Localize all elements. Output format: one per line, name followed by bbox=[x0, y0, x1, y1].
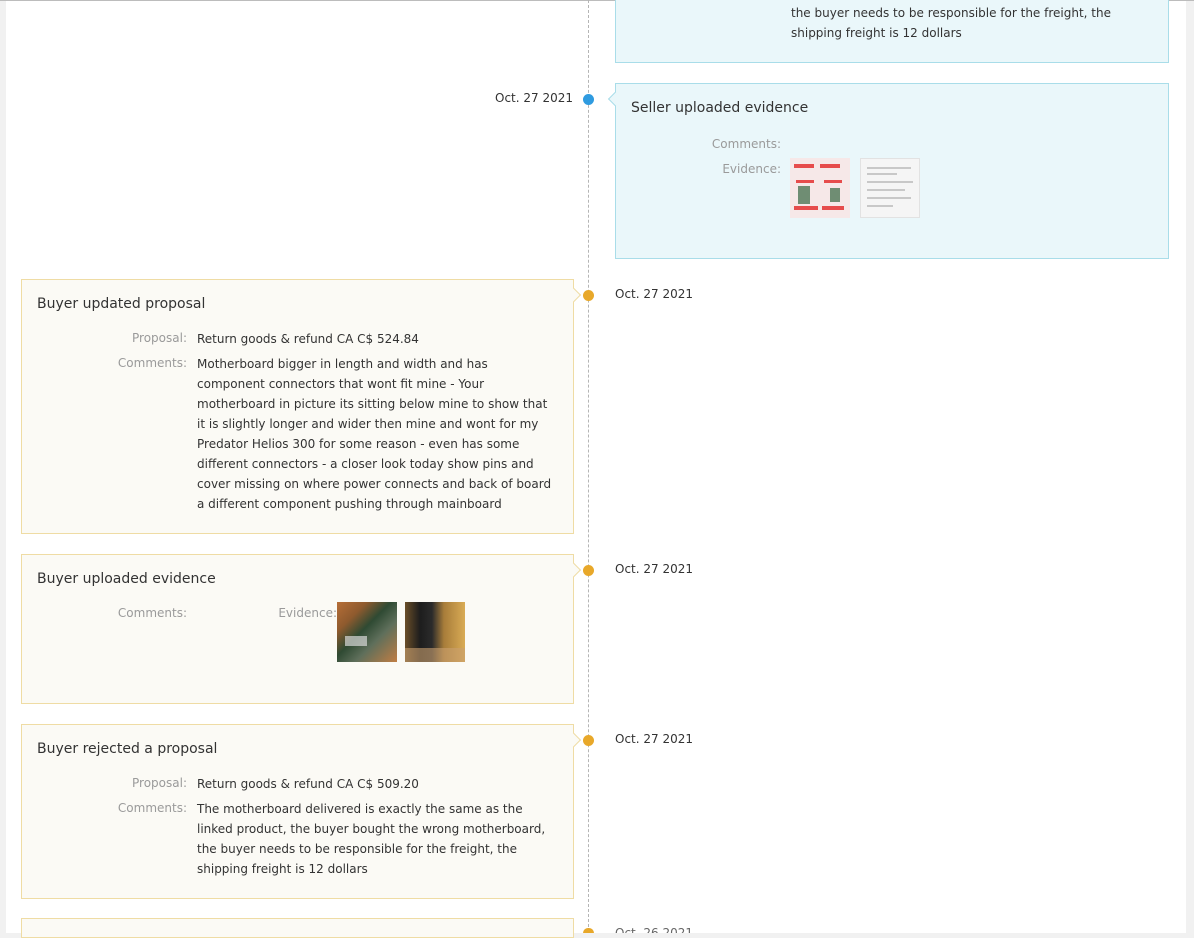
comment-line: Predator Helios 300 for some reason - ev… bbox=[197, 437, 520, 451]
event-date-partial: Oct. 26 2021 bbox=[615, 926, 693, 933]
event-title: Seller uploaded evidence bbox=[631, 100, 809, 116]
proposal-label: Proposal: bbox=[132, 776, 187, 790]
event-title: Buyer updated proposal bbox=[37, 296, 206, 312]
event-title: Buyer rejected a proposal bbox=[37, 741, 218, 757]
comment-line: The motherboard delivered is exactly the… bbox=[197, 802, 523, 816]
comments-label: Comments: bbox=[711, 137, 781, 151]
comment-line: different connectors - a closer look tod… bbox=[197, 457, 534, 471]
timeline-dot-seller bbox=[583, 94, 594, 105]
proposal-value: Return goods & refund CA C$ 509.20 bbox=[197, 777, 419, 791]
timeline-dot-buyer bbox=[583, 290, 594, 301]
evidence-thumbnail-icon[interactable] bbox=[790, 158, 850, 218]
timeline-dot-buyer bbox=[583, 735, 594, 746]
event-date: Oct. 27 2021 bbox=[615, 732, 693, 746]
buyer-updated-proposal-card: Buyer updated proposal Proposal: Return … bbox=[21, 279, 582, 534]
seller-uploaded-evidence-card: Seller uploaded evidence Comments: Evide… bbox=[607, 83, 1169, 259]
comment-line: Motherboard bigger in length and width a… bbox=[197, 357, 488, 371]
comments-label: Comments: bbox=[117, 606, 187, 620]
proposal-value: Return goods & refund CA C$ 524.84 bbox=[197, 332, 419, 346]
timeline-dot-buyer bbox=[583, 565, 594, 576]
evidence-label: Evidence: bbox=[278, 606, 337, 620]
seller-event-card-partial: the buyer needs to be responsible for th… bbox=[615, 0, 1169, 63]
event-date: Oct. 27 2021 bbox=[615, 562, 693, 576]
evidence-photo-thumbnail-icon[interactable] bbox=[337, 602, 397, 662]
buyer-uploaded-evidence-card: Buyer uploaded evidence Comments: Eviden… bbox=[21, 554, 582, 704]
comment-line: the buyer needs to be responsible for th… bbox=[197, 842, 517, 856]
evidence-label: Evidence: bbox=[722, 162, 781, 176]
evidence-thumbnail-icon[interactable] bbox=[860, 158, 920, 218]
timeline-axis bbox=[588, 0, 589, 932]
comment-line: linked product, the buyer bought the wro… bbox=[197, 822, 546, 836]
proposal-label: Proposal: bbox=[132, 331, 187, 345]
comment-line: cover missing on where power connects an… bbox=[197, 477, 552, 491]
next-event-card-partial bbox=[21, 918, 574, 938]
comment-line: shipping freight is 12 dollars bbox=[197, 862, 368, 876]
event-title: Buyer uploaded evidence bbox=[37, 571, 216, 587]
buyer-rejected-proposal-card: Buyer rejected a proposal Proposal: Retu… bbox=[21, 724, 582, 899]
event-date: Oct. 27 2021 bbox=[495, 91, 573, 105]
comment-line: the buyer needs to be responsible for th… bbox=[791, 6, 1111, 20]
comment-line: component connectors that wont fit mine … bbox=[197, 377, 485, 391]
comments-label: Comments: bbox=[117, 801, 187, 815]
comment-line: a different component pushing through ma… bbox=[197, 497, 502, 511]
comment-line: motherboard in picture its sitting below… bbox=[197, 397, 548, 411]
timeline-dot-buyer bbox=[583, 928, 594, 933]
comment-line: shipping freight is 12 dollars bbox=[791, 26, 962, 40]
evidence-photo-thumbnail-icon[interactable] bbox=[405, 602, 465, 662]
event-date: Oct. 27 2021 bbox=[615, 287, 693, 301]
comments-label: Comments: bbox=[117, 356, 187, 370]
comment-line: it is slightly longer and wider then min… bbox=[197, 417, 539, 431]
